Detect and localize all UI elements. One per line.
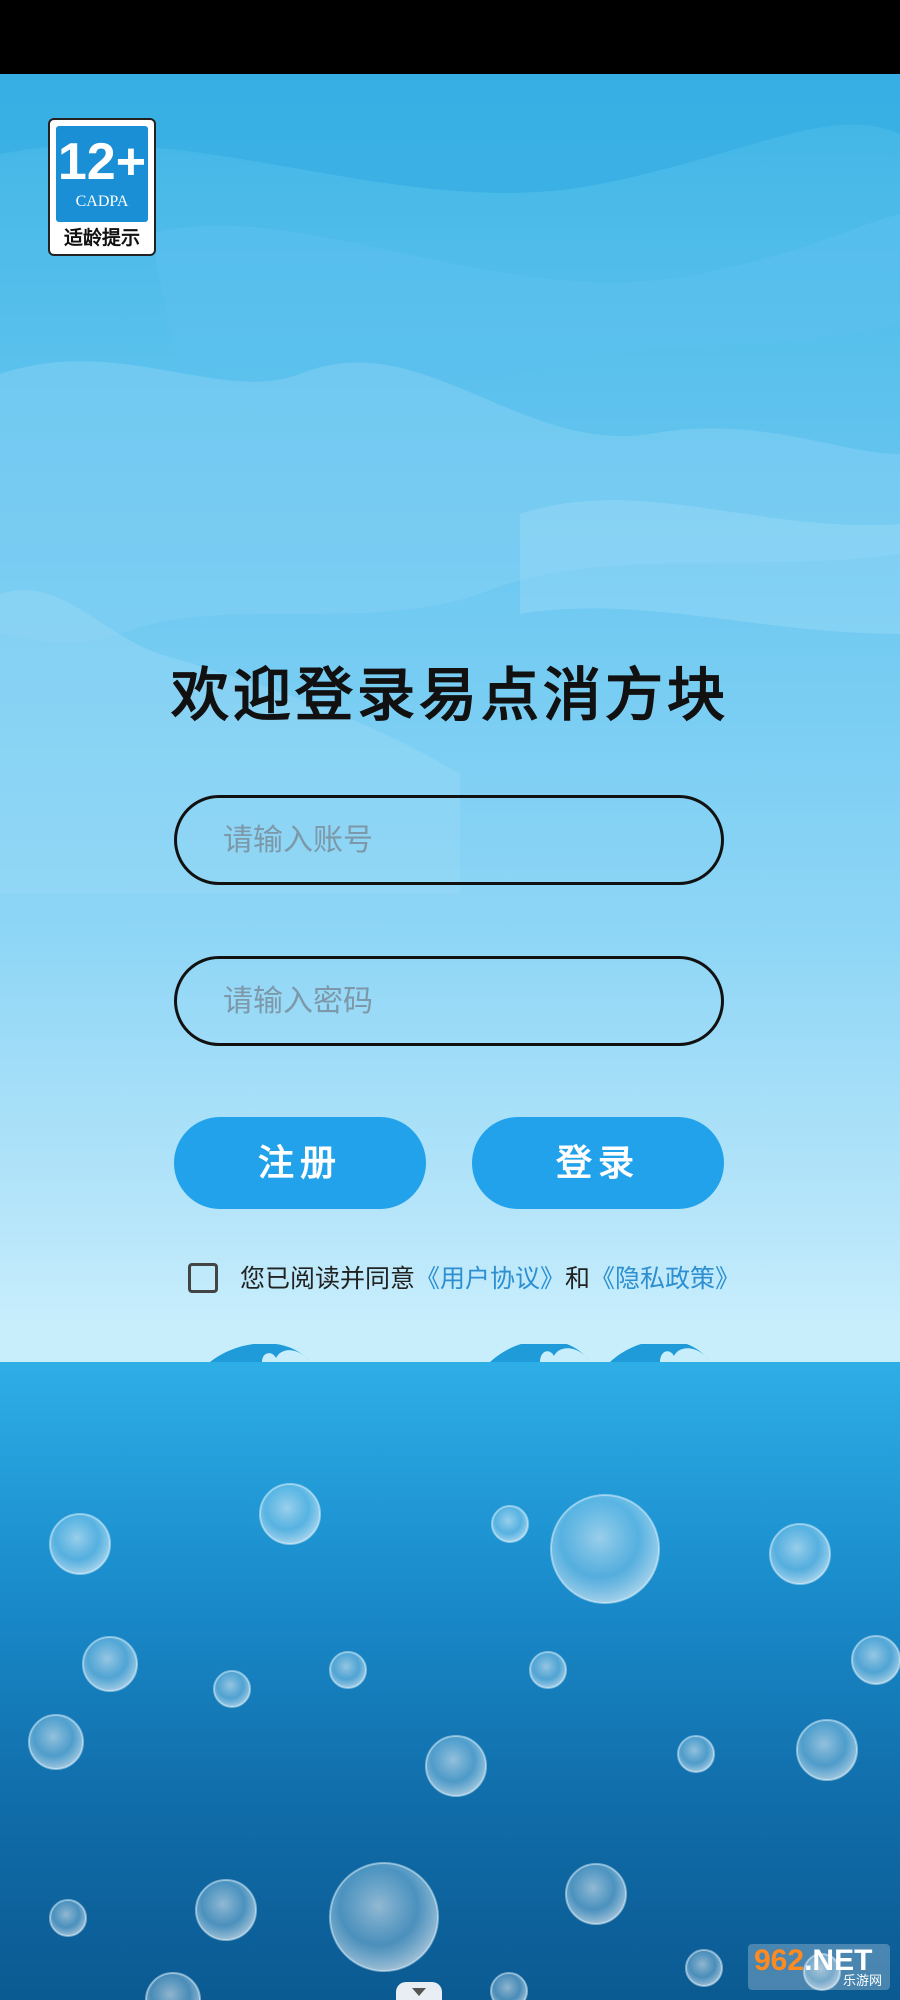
site-watermark: 962.NET 乐游网 [748, 1944, 890, 1990]
watermark-number: 962 [754, 1944, 805, 1977]
status-bar [0, 0, 900, 74]
agreement-row: 您已阅读并同意《用户协议》和《隐私政策》 [188, 1261, 748, 1301]
agreement-prefix: 您已阅读并同意 [240, 1264, 416, 1293]
privacy-policy-link[interactable]: 《隐私政策》 [590, 1264, 740, 1293]
watermark-suffix: .NET [804, 1944, 873, 1977]
agreement-text: 您已阅读并同意《用户协议》和《隐私政策》 [240, 1261, 740, 1297]
watermark-subtitle: 乐游网 [842, 1974, 882, 1989]
login-screen: 12+ CADPA 适龄提示 欢迎登录易点消方块 注册 登录 您已阅读并同意《用… [0, 74, 900, 2000]
age-rating-badge: 12+ CADPA 适龄提示 [48, 118, 156, 256]
sea-background [0, 1344, 900, 2000]
watermark-logo: 962.NET [754, 1944, 872, 1978]
page-title: 欢迎登录易点消方块 [170, 661, 729, 729]
login-button[interactable]: 登录 [472, 1117, 724, 1209]
agreement-checkbox[interactable] [188, 1263, 218, 1293]
account-input[interactable] [174, 795, 724, 885]
age-rating-number: 12+ [57, 133, 147, 191]
register-button[interactable]: 注册 [174, 1117, 426, 1209]
age-rating-panel: 12+ CADPA [56, 126, 148, 222]
age-rating-hint: 适龄提示 [63, 227, 140, 249]
password-input[interactable] [174, 956, 724, 1046]
age-rating-organization: CADPA [75, 193, 129, 210]
user-agreement-link[interactable]: 《用户协议》 [415, 1264, 565, 1293]
agreement-conjunction: 和 [565, 1264, 591, 1293]
chevron-down-icon[interactable] [396, 1982, 442, 2000]
